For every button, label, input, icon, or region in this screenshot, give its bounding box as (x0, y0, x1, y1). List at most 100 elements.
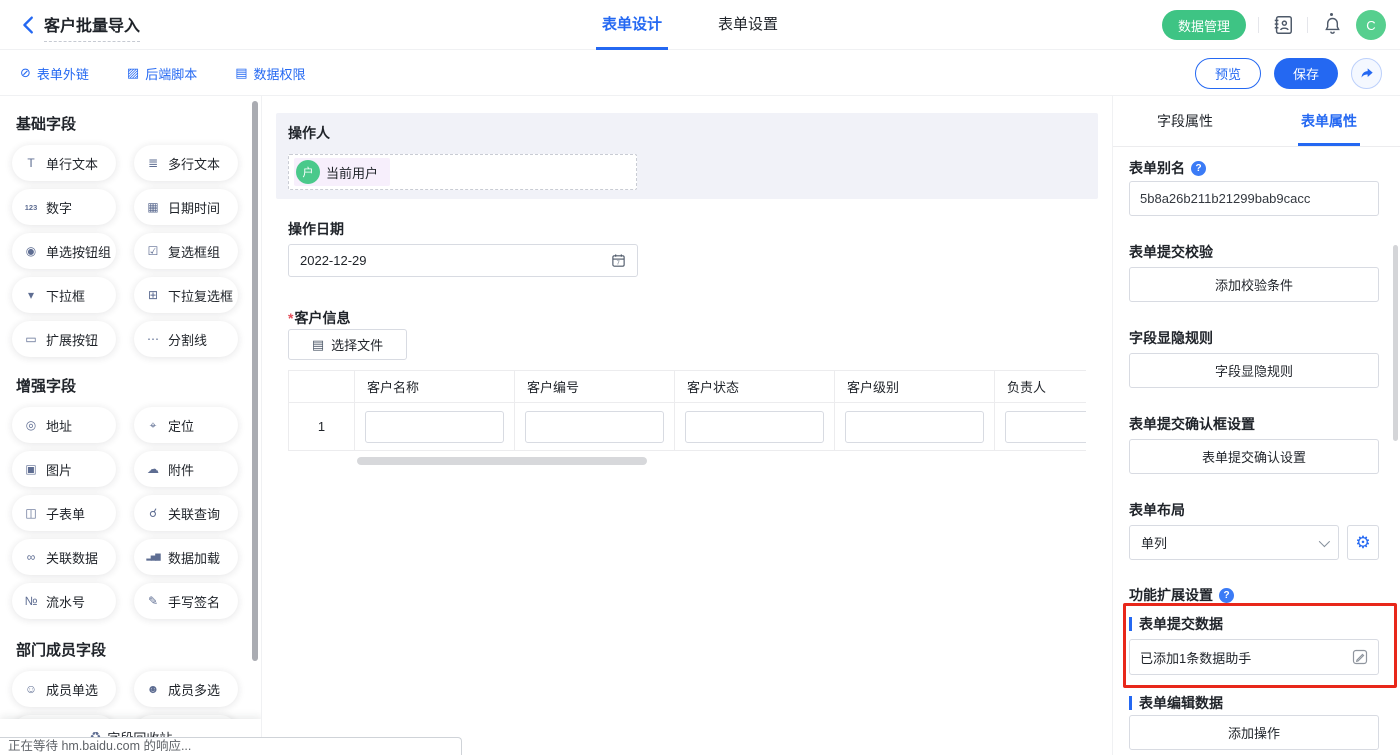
cell-input-owner[interactable] (1005, 411, 1086, 443)
form-design-canvas: 操作人 户 当前用户 操作日期 2022-12-29 7 *客户信息 ▤ 选择文… (262, 96, 1112, 755)
item-label: 单选按钮组 (46, 242, 111, 261)
people-icon: ☻ (145, 682, 161, 696)
sidebar-item-attachment[interactable]: ☁ 附件 (134, 451, 238, 487)
heading-label: 表单提交校验 (1129, 242, 1213, 262)
preview-button[interactable]: 预览 (1195, 58, 1261, 89)
help-icon[interactable]: ? (1191, 161, 1206, 176)
sidebar-item-datetime[interactable]: ▦ 日期时间 (134, 189, 238, 225)
field-block-operator[interactable]: 操作人 户 当前用户 (276, 113, 1098, 199)
chevron-down-icon (1319, 535, 1330, 546)
operator-value-box[interactable]: 户 当前用户 (288, 154, 637, 190)
column-header: 客户状态 (675, 371, 835, 403)
save-button[interactable]: 保存 (1274, 58, 1338, 89)
sidebar-item-image[interactable]: ▣ 图片 (12, 451, 116, 487)
sidebar-scrollbar[interactable] (252, 101, 258, 661)
subtable: 客户名称 客户编号 客户状态 客户级别 负责人 1 (288, 370, 1086, 451)
field-label: 客户信息 (294, 310, 350, 326)
sidebar-item-multi-dropdown[interactable]: ⊞ 下拉复选框 (134, 277, 238, 313)
sidebar-item-member-multi[interactable]: ☻ 成员多选 (134, 671, 238, 707)
notification-bell-icon[interactable] (1320, 13, 1344, 37)
cell-input-customer-level[interactable] (845, 411, 984, 443)
item-label: 下拉复选框 (168, 286, 233, 305)
image-icon: ▣ (23, 462, 39, 476)
sidebar-item-radio-group[interactable]: ◉ 单选按钮组 (12, 233, 116, 269)
sidebar-item-member-single[interactable]: ☺ 成员单选 (12, 671, 116, 707)
form-toolbar: ⊘ 表单外链 ▨ 后端脚本 ▤ 数据权限 预览 保存 (0, 50, 1400, 96)
item-label: 数据加载 (168, 548, 220, 567)
item-label: 附件 (168, 460, 194, 479)
visibility-rules-button[interactable]: 字段显隐规则 (1129, 353, 1379, 388)
data-manage-button[interactable]: 数据管理 (1162, 10, 1246, 40)
sidebar-item-serial-number[interactable]: № 流水号 (12, 583, 116, 619)
layout-selected-value: 单列 (1141, 533, 1319, 552)
user-tag-avatar: 户 (296, 160, 320, 184)
sidebar-item-multi-line-text[interactable]: ≣ 多行文本 (134, 145, 238, 181)
sidebar-item-extend-button[interactable]: ▭ 扩展按钮 (12, 321, 116, 357)
confirm-dialog-button[interactable]: 表单提交确认设置 (1129, 439, 1379, 474)
sidebar-item-signature[interactable]: ✎ 手写签名 (134, 583, 238, 619)
sidebar-item-data-load[interactable]: ▂▅▇ 数据加载 (134, 539, 238, 575)
sidebar-item-checkbox-group[interactable]: ☑ 复选框组 (134, 233, 238, 269)
layout-settings-button[interactable]: ⚙ (1347, 525, 1379, 560)
multi-line-text-icon: ≣ (145, 156, 161, 170)
item-label: 子表单 (46, 504, 85, 523)
sidebar-item-address[interactable]: ◎ 地址 (12, 407, 116, 443)
item-label: 多行文本 (168, 154, 220, 173)
data-permission-button[interactable]: ▤ 数据权限 (235, 64, 305, 83)
field-label: 操作日期 (288, 219, 344, 239)
tab-form-properties[interactable]: 表单属性 (1257, 96, 1400, 146)
header-tabs: 表单设计 表单设置 (596, 0, 784, 50)
sidebar-item-number[interactable]: 123 数字 (12, 189, 116, 225)
help-icon[interactable]: ? (1219, 588, 1234, 603)
subtable-horizontal-scrollbar[interactable] (357, 457, 647, 465)
subtable-header-row: 客户名称 客户编号 客户状态 客户级别 负责人 (289, 371, 1087, 403)
page-title[interactable]: 客户批量导入 (44, 12, 140, 42)
form-alias-input[interactable]: 5b8a26b211b21299bab9cacc (1129, 181, 1379, 216)
number-icon: 123 (23, 203, 39, 212)
notification-dot (1330, 13, 1333, 16)
backend-script-button[interactable]: ▨ 后端脚本 (127, 64, 197, 83)
choose-file-button[interactable]: ▤ 选择文件 (288, 329, 407, 360)
form-alias-value: 5b8a26b211b21299bab9cacc (1140, 191, 1310, 206)
linked-query-icon: ☌ (145, 506, 161, 520)
submit-data-value-box[interactable]: 已添加1条数据助手 (1129, 639, 1379, 675)
sidebar-item-dropdown[interactable]: ▾ 下拉框 (12, 277, 116, 313)
sidebar-item-linked-data[interactable]: ∞ 关联数据 (12, 539, 116, 575)
crosshair-icon: ⌖ (145, 418, 161, 433)
date-input[interactable]: 2022-12-29 7 (288, 244, 638, 277)
panel-scrollbar[interactable] (1393, 245, 1398, 441)
field-label: 操作人 (288, 123, 330, 143)
tab-form-settings[interactable]: 表单设置 (712, 0, 784, 50)
sidebar-item-linked-query[interactable]: ☌ 关联查询 (134, 495, 238, 531)
item-label: 图片 (46, 460, 72, 479)
header-actions: 数据管理 C (1162, 0, 1386, 50)
cell-input-customer-name[interactable] (365, 411, 504, 443)
link-data-icon: ∞ (23, 550, 39, 564)
user-avatar[interactable]: C (1356, 10, 1386, 40)
visibility-rules-heading: 字段显隐规则 (1129, 328, 1213, 348)
tab-form-design[interactable]: 表单设计 (596, 0, 668, 50)
address-book-icon[interactable] (1271, 13, 1295, 37)
add-validation-button[interactable]: 添加校验条件 (1129, 267, 1379, 302)
calendar-icon: 7 (611, 253, 626, 268)
form-layout-select[interactable]: 单列 (1129, 525, 1339, 560)
back-icon[interactable] (18, 14, 40, 36)
current-user-tag[interactable]: 户 当前用户 (294, 158, 390, 186)
toolbar-links: ⊘ 表单外链 ▨ 后端脚本 ▤ 数据权限 (20, 50, 306, 96)
pen-icon: ✎ (145, 594, 161, 608)
share-button[interactable] (1351, 58, 1382, 89)
sidebar-item-subform[interactable]: ◫ 子表单 (12, 495, 116, 531)
blue-bar (1129, 617, 1132, 631)
item-label: 数字 (46, 198, 72, 217)
cell-input-customer-status[interactable] (685, 411, 824, 443)
tab-field-properties[interactable]: 字段属性 (1113, 96, 1257, 146)
item-label: 复选框组 (168, 242, 220, 261)
sidebar-item-divider-line[interactable]: ⋯ 分割线 (134, 321, 238, 357)
add-operation-button[interactable]: 添加操作 (1129, 715, 1379, 750)
cell-input-customer-code[interactable] (525, 411, 664, 443)
item-label: 分割线 (168, 330, 207, 349)
sidebar-item-geolocation[interactable]: ⌖ 定位 (134, 407, 238, 443)
external-link-button[interactable]: ⊘ 表单外链 (20, 64, 89, 83)
sidebar-item-single-line-text[interactable]: T 单行文本 (12, 145, 116, 181)
cloud-upload-icon: ☁ (145, 462, 161, 476)
